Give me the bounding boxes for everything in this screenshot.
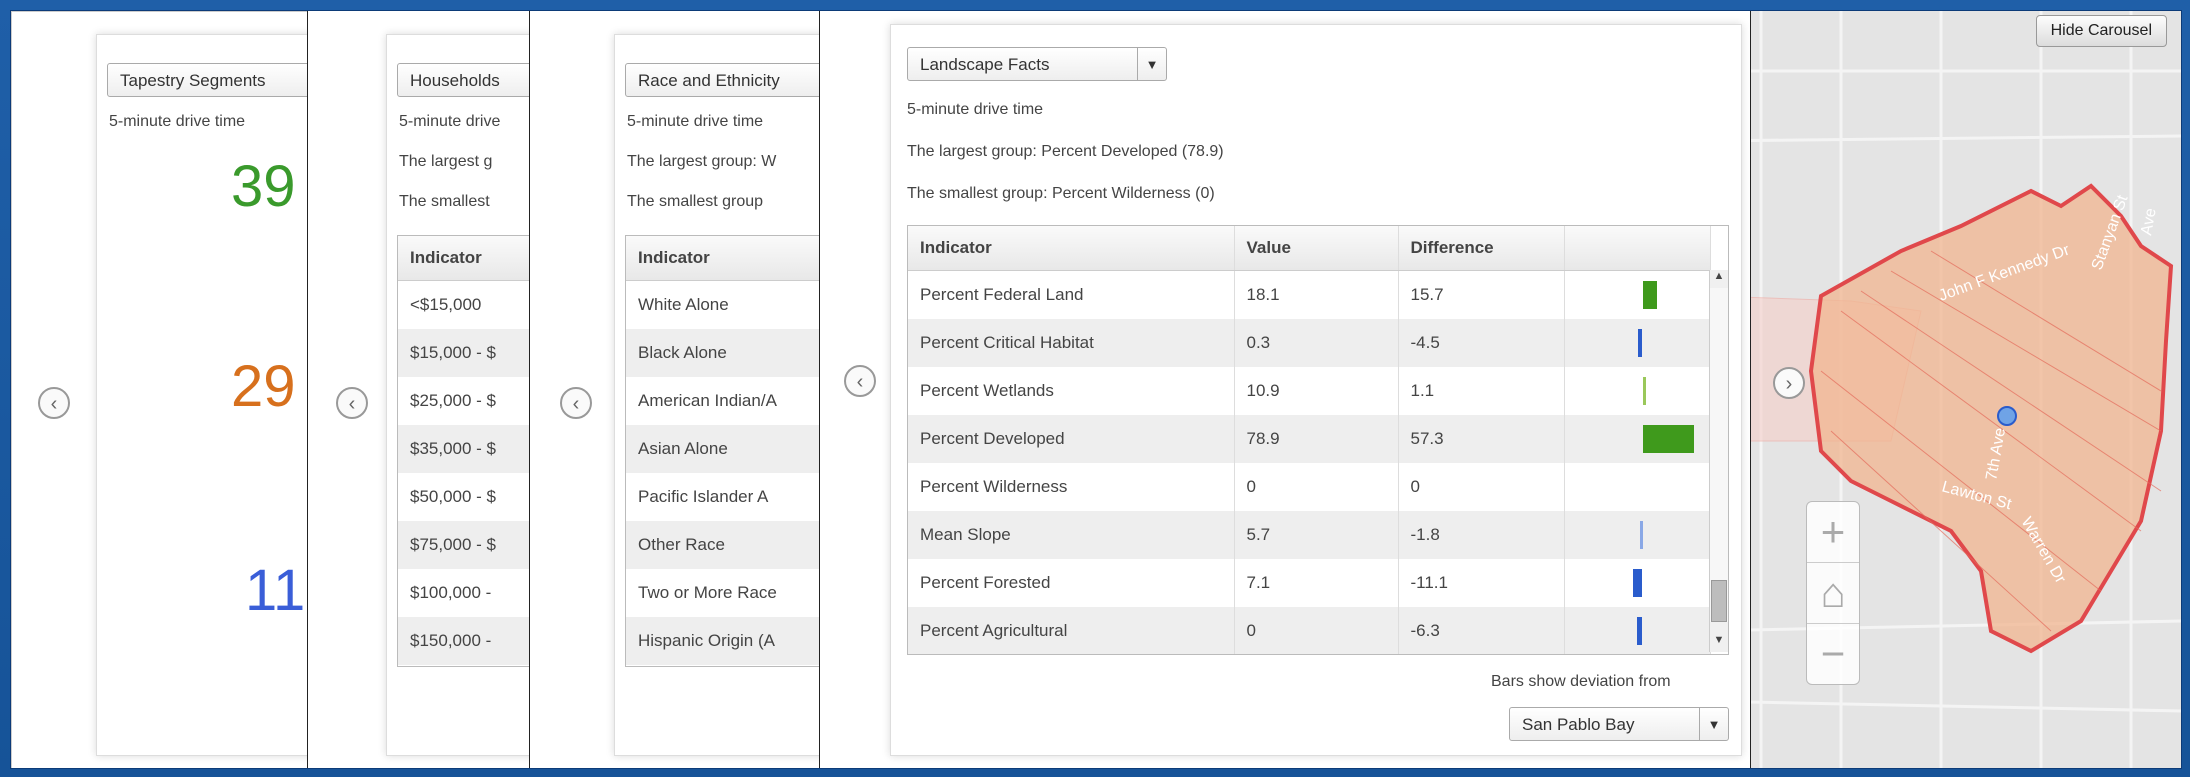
home-icon[interactable]: ⌂: [1807, 563, 1859, 624]
cell-value: 78.9: [1234, 415, 1399, 463]
cell-indicator: Mean Slope: [908, 511, 1235, 559]
select-label: San Pablo Bay: [1522, 715, 1635, 734]
cell-bar: [1564, 607, 1711, 654]
cell-value: 0.3: [1234, 319, 1399, 367]
previous-icon[interactable]: ‹: [38, 387, 70, 419]
column-header-value[interactable]: Value: [1234, 226, 1399, 271]
column-header-indicator[interactable]: Indicator: [908, 226, 1235, 271]
table-row: Percent Critical Habitat 0.3 -4.5: [908, 319, 1711, 367]
deviation-bar: [1642, 281, 1657, 309]
column-header-difference[interactable]: Difference: [1398, 226, 1565, 271]
table-row: Percent Forested 7.1 -11.1: [908, 559, 1711, 607]
cell-difference: -6.3: [1398, 607, 1565, 654]
app-frame: John F Kennedy Dr Stanyan St Lawton St 7…: [10, 10, 2182, 769]
next-icon[interactable]: ›: [1773, 367, 1805, 399]
drive-time-label: 5-minute drive time: [627, 113, 764, 130]
drive-time-label: 5-minute drive time: [907, 101, 1044, 118]
deviation-bar: [1632, 569, 1643, 597]
segment-number: 11: [245, 558, 306, 623]
smallest-group-label: The smallest: [399, 193, 490, 210]
segment-number: 39: [231, 154, 296, 219]
cell-difference: 0: [1398, 463, 1565, 511]
cell-value: 0: [1234, 607, 1399, 654]
previous-icon[interactable]: ‹: [560, 387, 592, 419]
table-scrollbar[interactable]: ▲ ▼: [1709, 270, 1728, 652]
scrollbar-track[interactable]: [1710, 288, 1728, 622]
deviation-bar: [1638, 329, 1643, 357]
carousel-panel-households: ‹ Households 5-minute drive The largest …: [307, 11, 699, 768]
deviation-select[interactable]: San Pablo Bay ▼: [1509, 707, 1729, 741]
zoom-in-icon[interactable]: +: [1807, 502, 1859, 563]
cell-indicator: Percent Agricultural: [908, 607, 1235, 654]
cell-bar: [1564, 367, 1711, 415]
zoom-control: + ⌂ −: [1806, 501, 1860, 685]
drive-time-label: 5-minute drive time: [109, 113, 246, 130]
smallest-group-label: The smallest group: Percent Wilderness (…: [907, 185, 1215, 202]
largest-group-label: The largest g: [399, 153, 493, 170]
table-row: Percent Agricultural 0 -6.3: [908, 607, 1711, 654]
chevron-down-icon[interactable]: ▼: [1137, 48, 1166, 80]
cell-indicator: Percent Wilderness: [908, 463, 1235, 511]
cell-indicator: Percent Developed: [908, 415, 1235, 463]
column-header-bar: [1564, 226, 1711, 271]
cell-value: 5.7: [1234, 511, 1399, 559]
dropdown-label: Landscape Facts: [920, 55, 1050, 74]
hide-carousel-button[interactable]: Hide Carousel: [2035, 15, 2167, 47]
cell-value: 0: [1234, 463, 1399, 511]
deviation-bar: [1642, 425, 1695, 453]
table-row: Mean Slope 5.7 -1.8: [908, 511, 1711, 559]
cell-bar: [1564, 270, 1711, 319]
cell-difference: -1.8: [1398, 511, 1565, 559]
cell-difference: 15.7: [1398, 270, 1565, 319]
cell-difference: 57.3: [1398, 415, 1565, 463]
cell-difference: -4.5: [1398, 319, 1565, 367]
largest-group-label: The largest group: W: [627, 153, 777, 170]
carousel-panel-landscape: ‹ Landscape Facts ▼ 5-minute drive time …: [819, 11, 1751, 768]
cell-bar: [1564, 415, 1711, 463]
previous-icon[interactable]: ‹: [336, 387, 368, 419]
deviation-bar: [1639, 521, 1643, 549]
map-view[interactable]: John F Kennedy Dr Stanyan St Lawton St 7…: [1701, 11, 2181, 768]
cell-indicator: Percent Wetlands: [908, 367, 1235, 415]
cell-difference: -11.1: [1398, 559, 1565, 607]
map-roads: John F Kennedy Dr Stanyan St Lawton St 7…: [1701, 11, 2181, 768]
carousel-panel-tapestry: ‹ Tapestry Segments 5-minute drive time …: [11, 11, 358, 768]
table-row: Percent Federal Land 18.1 15.7: [908, 270, 1711, 319]
table-row: Percent Developed 78.9 57.3: [908, 415, 1711, 463]
previous-icon[interactable]: ‹: [844, 365, 876, 397]
deviation-label: Bars show deviation from: [1491, 673, 1671, 690]
dropdown-label: Households: [410, 71, 500, 90]
cell-bar: [1564, 319, 1711, 367]
landscape-card: Landscape Facts ▼ 5-minute drive time Th…: [890, 24, 1742, 756]
table-row: Percent Wetlands 10.9 1.1: [908, 367, 1711, 415]
landscape-dropdown[interactable]: Landscape Facts ▼: [907, 47, 1167, 81]
deviation-bar: [1642, 377, 1646, 405]
smallest-group-label: The smallest group: [627, 193, 764, 210]
chevron-down-icon[interactable]: ▼: [1699, 708, 1728, 740]
landscape-table: Indicator Value Difference Percent Feder…: [907, 225, 1729, 655]
cell-bar: [1564, 463, 1711, 511]
cell-value: 18.1: [1234, 270, 1399, 319]
cell-value: 10.9: [1234, 367, 1399, 415]
deviation-bar: [1636, 617, 1643, 645]
carousel-panel-race: ‹ Race and Ethnicity 5-minute drive time…: [529, 11, 927, 768]
scroll-down-icon[interactable]: ▼: [1710, 634, 1728, 652]
dropdown-label: Tapestry Segments: [120, 71, 266, 90]
drive-time-label: 5-minute drive: [399, 113, 501, 130]
cell-difference: 1.1: [1398, 367, 1565, 415]
scroll-up-icon[interactable]: ▲: [1710, 270, 1728, 288]
zoom-out-icon[interactable]: −: [1807, 624, 1859, 684]
largest-group-label: The largest group: Percent Developed (78…: [907, 143, 1224, 160]
cell-bar: [1564, 559, 1711, 607]
dropdown-label: Race and Ethnicity: [638, 71, 780, 90]
street-label: Ave: [2138, 207, 2159, 237]
table-row: Percent Wilderness 0 0: [908, 463, 1711, 511]
scrollbar-thumb[interactable]: [1711, 580, 1727, 622]
cell-bar: [1564, 511, 1711, 559]
cell-indicator: Percent Federal Land: [908, 270, 1235, 319]
cell-indicator: Percent Critical Habitat: [908, 319, 1235, 367]
cell-value: 7.1: [1234, 559, 1399, 607]
segment-number: 29: [231, 354, 296, 419]
cell-indicator: Percent Forested: [908, 559, 1235, 607]
